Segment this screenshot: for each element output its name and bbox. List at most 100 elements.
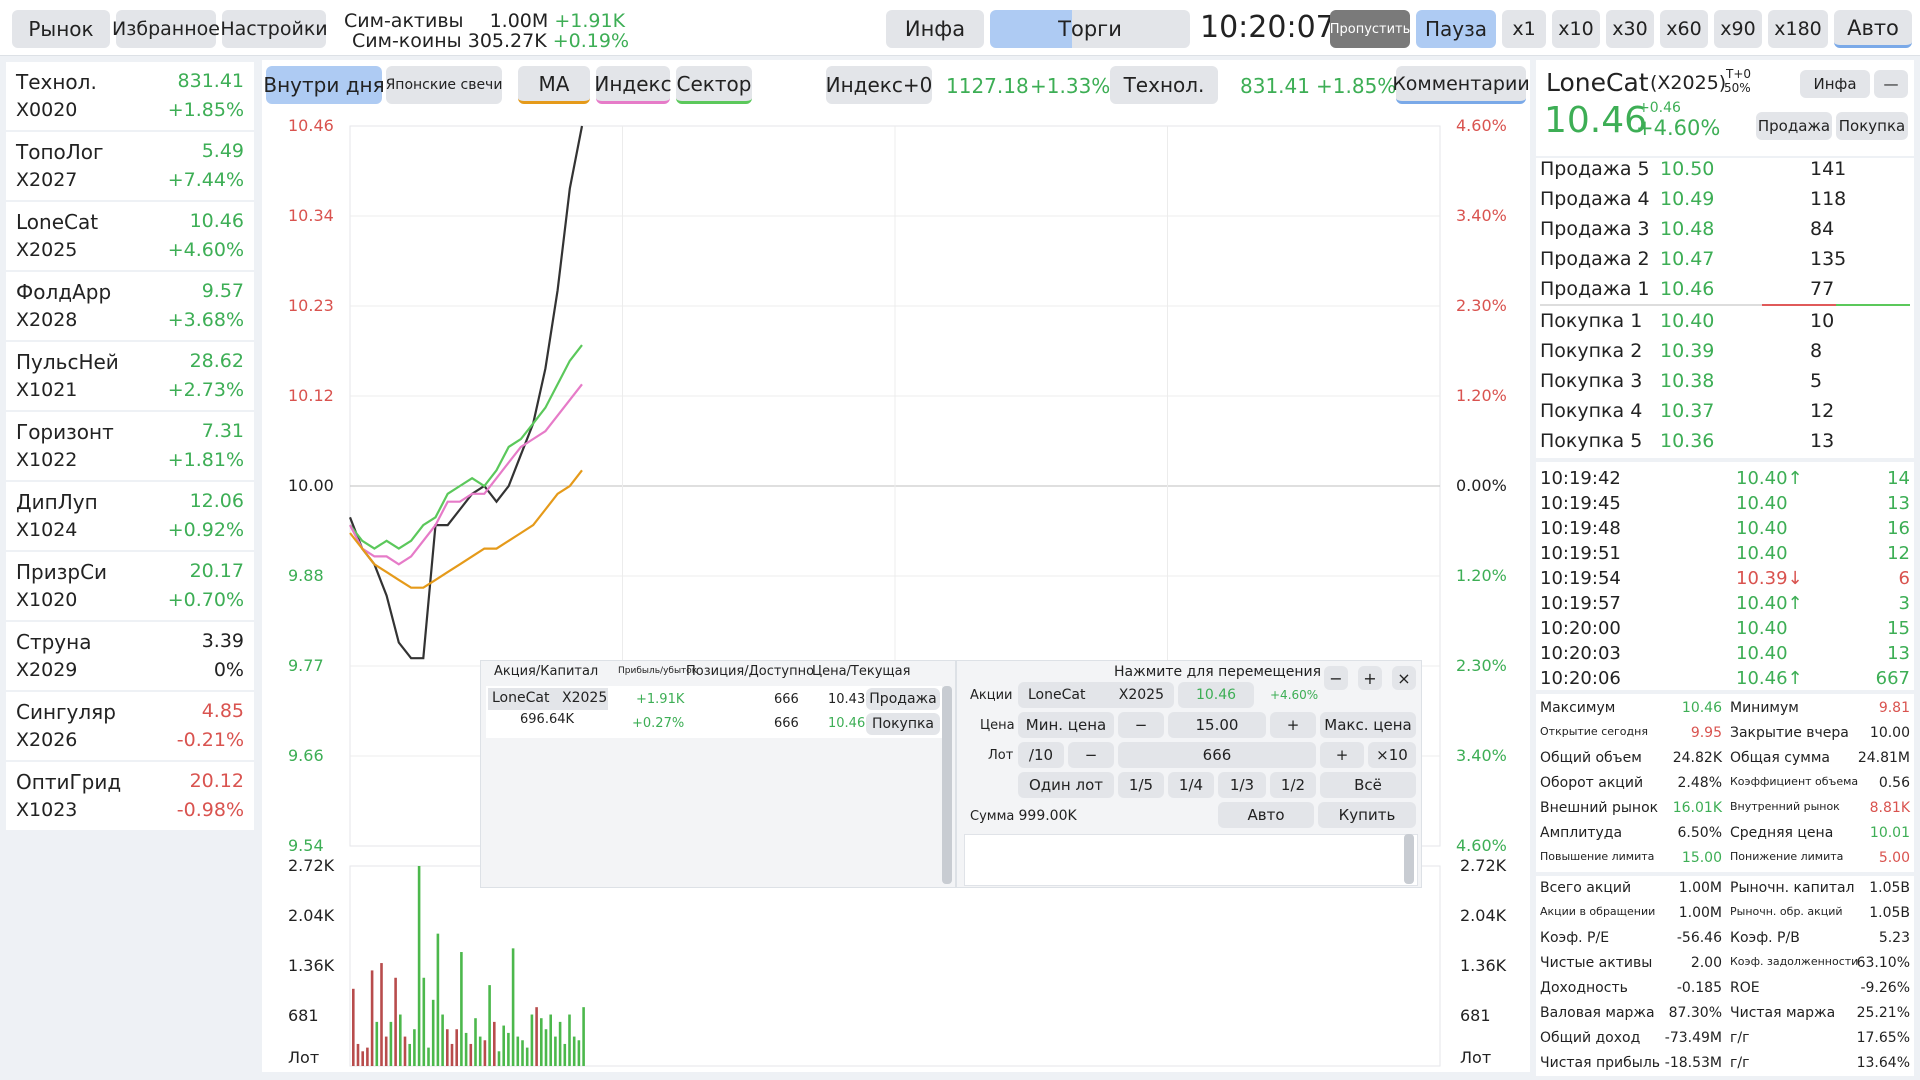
order-buy-button[interactable]: Купить	[1318, 802, 1416, 828]
stat-value: 1.00M	[1678, 905, 1722, 921]
order-close-button[interactable]: ×	[1392, 666, 1416, 690]
sim-coins-label: Сим-коины	[352, 30, 462, 52]
tab-market[interactable]: Рынок	[12, 10, 110, 48]
index-button[interactable]: Индекс+0	[826, 66, 932, 104]
stat-label: Средняя цена	[1730, 825, 1834, 841]
watchlist-code: X2027	[16, 169, 78, 191]
lot-mul10-button[interactable]: ×10	[1368, 742, 1416, 768]
speed-x1[interactable]: x1	[1502, 10, 1546, 48]
speed-x90[interactable]: x90	[1714, 10, 1762, 48]
quote-sell-button[interactable]: Продажа	[1756, 112, 1832, 140]
min-price-button[interactable]: Мин. цена	[1018, 712, 1114, 738]
stat-item: ROE -9.26%	[1730, 980, 1910, 1005]
watchlist-code: X1023	[16, 799, 78, 821]
order-scrollbar[interactable]	[1404, 834, 1414, 884]
fraction-1-2-button[interactable]: 1/2	[1270, 772, 1316, 798]
watchlist-item[interactable]: ПризрСи X1020 20.17 +0.70%	[6, 552, 254, 622]
ask-row[interactable]: Продажа 2 10.47 135	[1540, 248, 1910, 278]
watchlist-item[interactable]: Технол. X0020 831.41 +1.85%	[6, 62, 254, 132]
stat-item: Чистые активы 2.00	[1540, 955, 1722, 980]
watchlist-item[interactable]: ФолдАрр X2028 9.57 +3.68%	[6, 272, 254, 342]
watchlist-item[interactable]: Горизонт X1022 7.31 +1.81%	[6, 412, 254, 482]
stat-value: -18.53M	[1664, 1055, 1722, 1071]
index-change: +1.33%	[1030, 74, 1111, 98]
trade-tick-row: 10:20:06 10.46↑ 667	[1540, 668, 1910, 693]
tab-intraday[interactable]: Внутри дня	[263, 66, 385, 104]
order-move-hint[interactable]: Нажмите для перемещения	[1114, 664, 1321, 680]
price-decrement-button[interactable]: −	[1118, 712, 1164, 738]
bid-row[interactable]: Покупка 1 10.40 10	[1540, 310, 1910, 340]
bid-row[interactable]: Покупка 5 10.36 13	[1540, 430, 1910, 460]
all-button[interactable]: Всё	[1320, 772, 1416, 798]
quote-buy-button[interactable]: Покупка	[1836, 112, 1908, 140]
watchlist-price: 3.39	[201, 630, 244, 652]
pos-sell-button[interactable]: Продажа	[866, 688, 940, 710]
price-increment-button[interactable]: +	[1270, 712, 1316, 738]
orderbook-label: Покупка 5	[1540, 430, 1643, 452]
ask-row[interactable]: Продажа 1 10.46 77	[1540, 278, 1910, 308]
order-auto-button[interactable]: Авто	[1218, 802, 1314, 828]
stat-item: Доходность -0.185	[1540, 980, 1722, 1005]
speed-x180[interactable]: x180	[1768, 10, 1828, 48]
stat-label: Амплитуда	[1540, 825, 1623, 841]
volume-bar	[413, 1029, 416, 1066]
quote-collapse-button[interactable]: —	[1874, 70, 1908, 98]
tab-settings[interactable]: Настройки	[220, 10, 328, 48]
toggle-index[interactable]: Индекс	[594, 66, 672, 104]
trade-tick-row: 10:19:57 10.40↑ 3	[1540, 593, 1910, 618]
pos-scrollbar[interactable]	[942, 686, 952, 884]
auto-button[interactable]: Авто	[1834, 10, 1912, 48]
fraction-1-5-button[interactable]: 1/5	[1118, 772, 1164, 798]
volume-bar	[497, 1051, 501, 1066]
ask-row[interactable]: Продажа 4 10.49 118	[1540, 188, 1910, 218]
speed-x60[interactable]: x60	[1660, 10, 1708, 48]
bid-row[interactable]: Покупка 4 10.37 12	[1540, 400, 1910, 430]
trade-button[interactable]: Торги	[990, 10, 1190, 48]
y-axis-left-tick: 9.88	[288, 566, 324, 585]
watchlist-item[interactable]: Сингуляр X2026 4.85 -0.21%	[6, 692, 254, 762]
ask-row[interactable]: Продажа 3 10.48 84	[1540, 218, 1910, 248]
pos-stock-badge: LoneCat X2025	[488, 688, 608, 710]
watchlist-price: 9.57	[201, 280, 244, 302]
one-lot-button[interactable]: Один лот	[1018, 772, 1114, 798]
volume-bar	[394, 977, 397, 1066]
toggle-ma[interactable]: MA	[518, 66, 590, 104]
watchlist-item[interactable]: ОптиГрид X1023 20.12 -0.98%	[6, 762, 254, 832]
comments-button[interactable]: Комментарии	[1392, 66, 1530, 104]
bid-row[interactable]: Покупка 2 10.39 8	[1540, 340, 1910, 370]
lot-decrement-button[interactable]: −	[1068, 742, 1114, 768]
stat-item: Закрытие вчера 10.00	[1730, 725, 1910, 750]
max-price-button[interactable]: Макс. цена	[1320, 712, 1416, 738]
fraction-1-3-button[interactable]: 1/3	[1218, 772, 1266, 798]
toggle-sector[interactable]: Сектор	[676, 66, 752, 104]
info-button[interactable]: Инфа	[886, 10, 984, 48]
fraction-1-4-button[interactable]: 1/4	[1168, 772, 1214, 798]
stat-label: г/г	[1730, 1055, 1750, 1071]
watchlist-item[interactable]: ТопоЛог X2027 5.49 +7.44%	[6, 132, 254, 202]
tab-favorites[interactable]: Избранное	[112, 10, 220, 48]
watchlist-item[interactable]: ДипЛуп X1024 12.06 +0.92%	[6, 482, 254, 552]
lot-increment-button[interactable]: +	[1320, 742, 1364, 768]
stat-item: Общий доход -73.49M	[1540, 1030, 1722, 1055]
sim-assets: Сим-активы 1.00M +1.91K	[344, 10, 644, 32]
trade-tick-row: 10:20:03 10.40 13	[1540, 643, 1910, 668]
watchlist-item[interactable]: LoneCat X2025 10.46 +4.60%	[6, 202, 254, 272]
lot-div10-button[interactable]: /10	[1018, 742, 1064, 768]
ask-row[interactable]: Продажа 5 10.50 141	[1540, 158, 1910, 188]
watchlist-item[interactable]: Струна X2029 3.39 0%	[6, 622, 254, 692]
quote-info-button[interactable]: Инфа	[1800, 70, 1870, 98]
speed-x10[interactable]: x10	[1552, 10, 1600, 48]
order-minimize-button[interactable]: −	[1324, 666, 1348, 690]
lot-input[interactable]: 666	[1118, 742, 1316, 768]
speed-x30[interactable]: x30	[1606, 10, 1654, 48]
order-expand-button[interactable]: +	[1358, 666, 1382, 690]
skip-button[interactable]: Пропустить	[1330, 10, 1410, 48]
price-input[interactable]: 15.00	[1168, 712, 1266, 738]
sector-button[interactable]: Технол.	[1110, 66, 1218, 104]
watchlist-item[interactable]: ПульсНей X1021 28.62 +2.73%	[6, 342, 254, 412]
tab-candles[interactable]: Японские свечи	[386, 66, 502, 104]
bid-row[interactable]: Покупка 3 10.38 5	[1540, 370, 1910, 400]
pos-buy-button[interactable]: Покупка	[866, 713, 940, 735]
pause-button[interactable]: Пауза	[1416, 10, 1496, 48]
order-stock-select[interactable]: LoneCat X2025	[1018, 682, 1174, 708]
